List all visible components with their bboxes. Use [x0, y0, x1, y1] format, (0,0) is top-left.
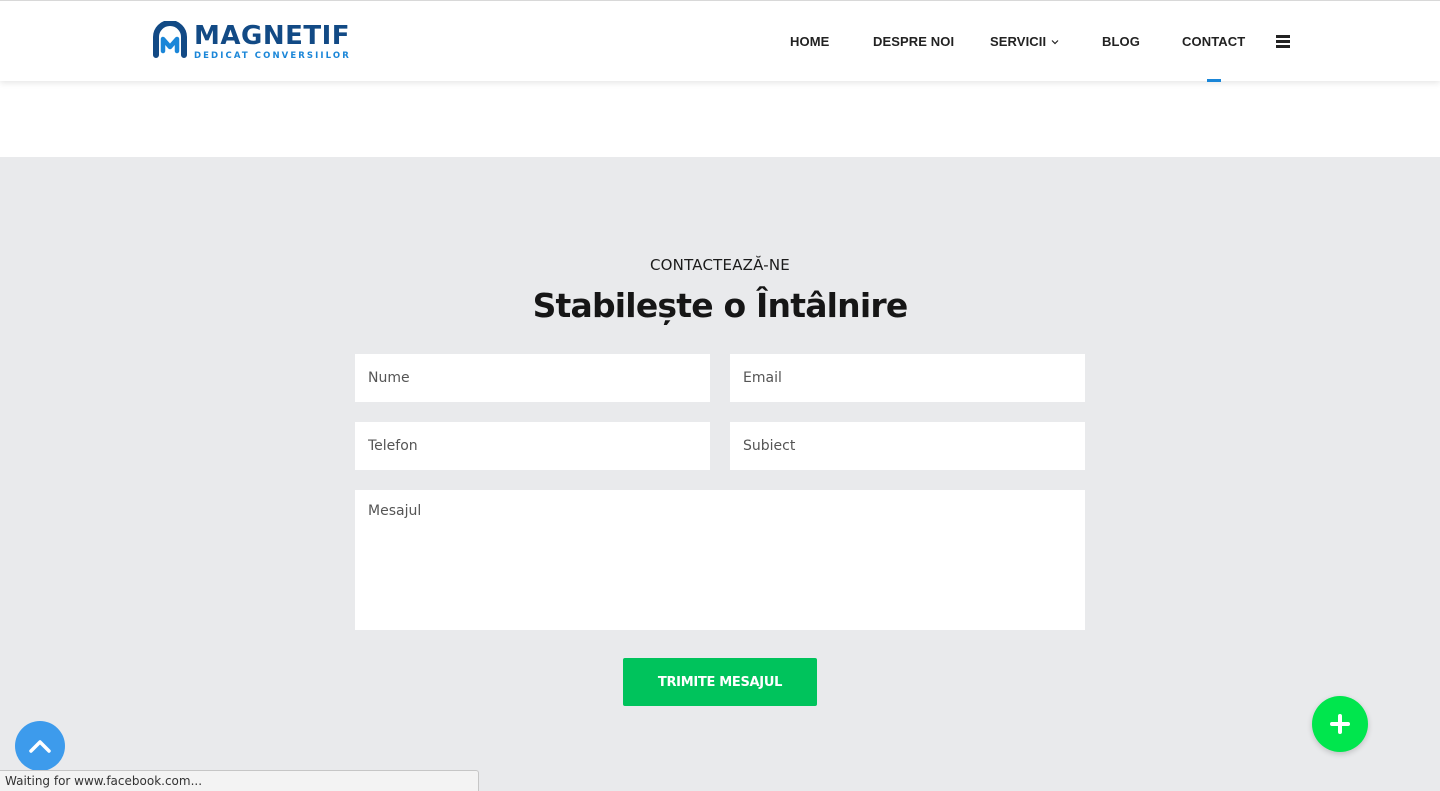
- main-nav: HOME DESPRE NOI SERVICII BLOG CONTACT: [0, 1, 1440, 82]
- floating-action-button[interactable]: [1312, 696, 1368, 752]
- message-textarea[interactable]: [355, 490, 1085, 630]
- plus-icon: [1330, 714, 1350, 734]
- subject-input[interactable]: [730, 422, 1085, 470]
- nav-item-despre-noi[interactable]: DESPRE NOI: [873, 34, 954, 49]
- scroll-to-top-button[interactable]: [15, 721, 65, 771]
- browser-status-bar: Waiting for www.facebook.com...: [0, 770, 479, 791]
- submit-button[interactable]: TRIMITE MESAJUL: [623, 658, 817, 706]
- header-spacer: [0, 81, 1440, 157]
- nav-item-servicii-label: SERVICII: [990, 34, 1047, 49]
- nav-item-home[interactable]: HOME: [790, 34, 829, 49]
- nav-item-servicii[interactable]: SERVICII: [990, 34, 1059, 49]
- name-input[interactable]: [355, 354, 710, 402]
- hamburger-icon[interactable]: [1276, 35, 1290, 48]
- section-eyebrow: CONTACTEAZĂ-NE: [650, 256, 790, 274]
- chevron-down-icon: [1051, 40, 1059, 45]
- nav-item-blog[interactable]: BLOG: [1102, 34, 1140, 49]
- section-title: Stabilește o Întâlnire: [532, 286, 909, 325]
- site-header: MAGNETIF DEDICAT CONVERSIILOR HOME DESPR…: [0, 0, 1440, 82]
- chevron-up-icon: [29, 740, 51, 753]
- phone-input[interactable]: [355, 422, 710, 470]
- email-input[interactable]: [730, 354, 1085, 402]
- active-nav-indicator: [1207, 79, 1221, 82]
- nav-item-contact[interactable]: CONTACT: [1182, 34, 1245, 49]
